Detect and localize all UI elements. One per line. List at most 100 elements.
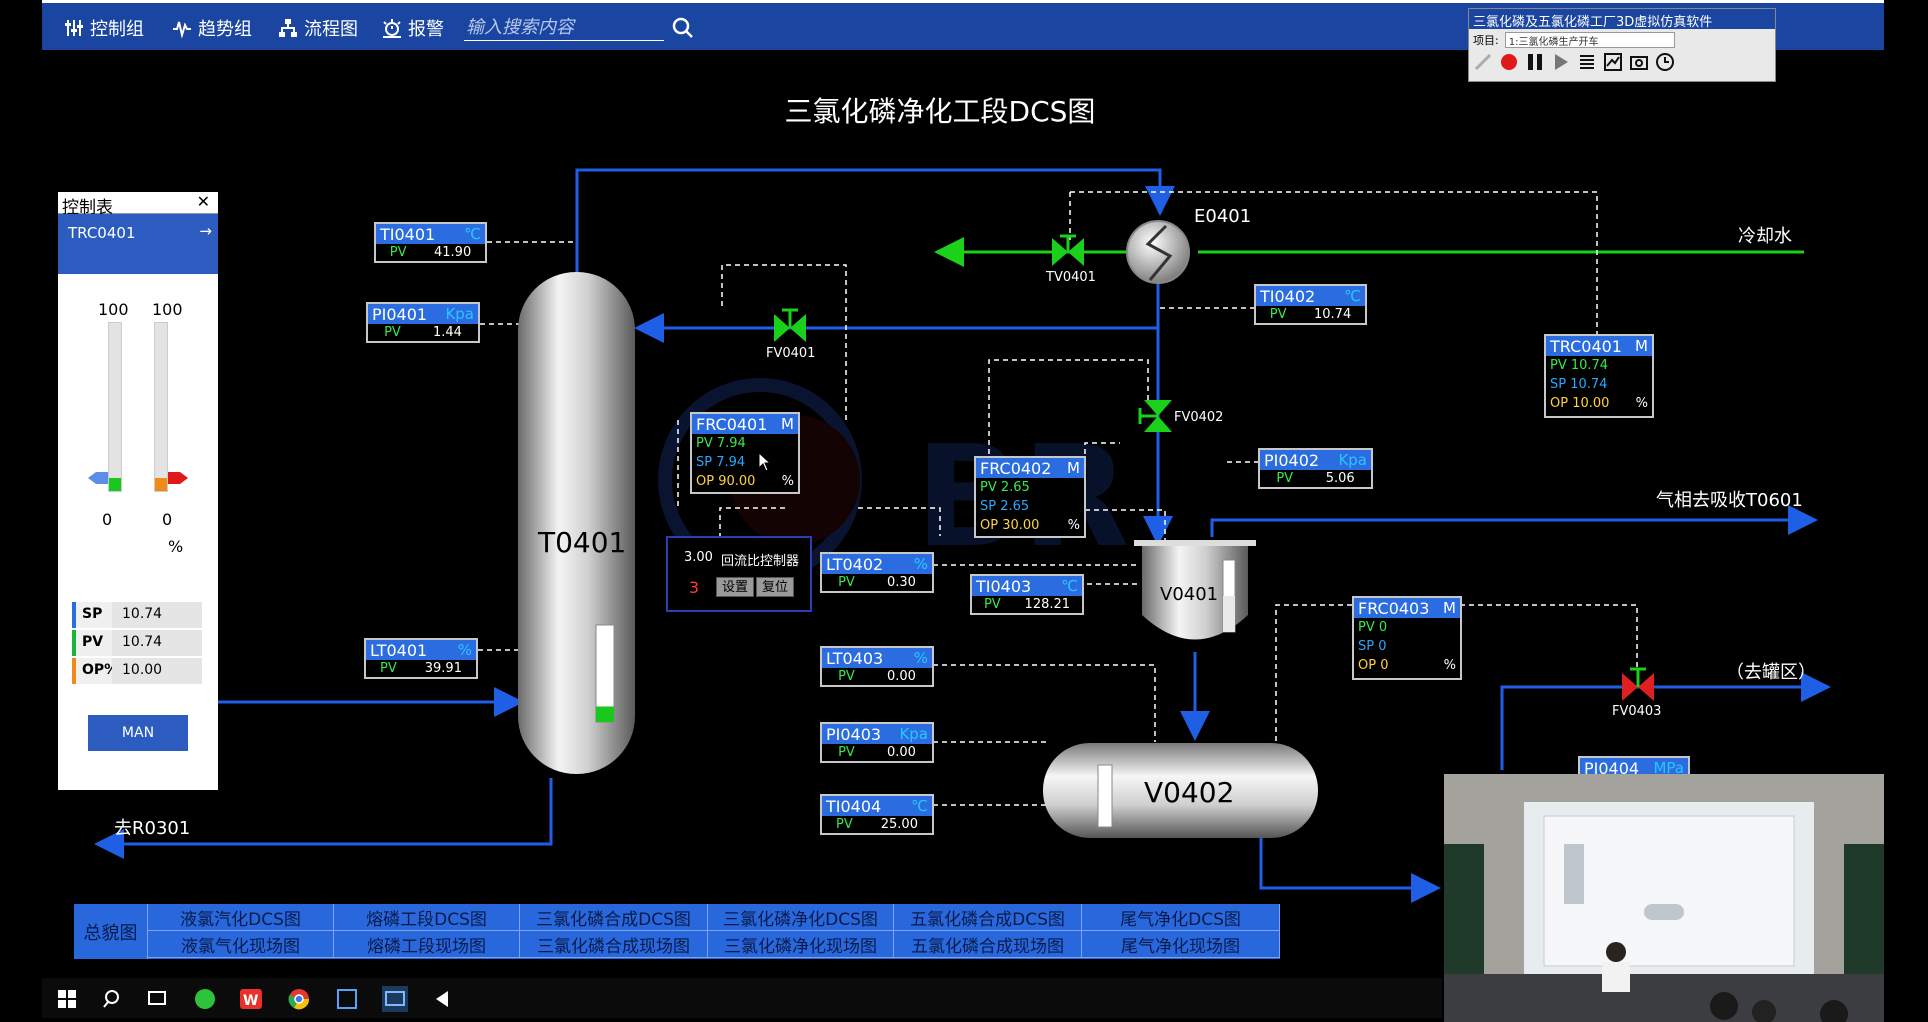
sp-pointer-icon[interactable] xyxy=(88,472,108,484)
nav-dcs-4[interactable]: 三氯化磷净化DCS图 xyxy=(708,904,894,931)
tag-lt0403[interactable]: LT0403% PV 0.00 xyxy=(820,646,934,687)
ctrl-op: OP 90.00 xyxy=(696,474,756,489)
op-bar xyxy=(154,322,168,492)
controller-frc0402[interactable]: FRC0402 M PV 2.65 SP 2.65 OP 30.00% xyxy=(974,456,1086,538)
tag-unit: % xyxy=(457,641,472,659)
ctrl-op-unit: % xyxy=(1067,518,1080,533)
control-table-panel: 控制表 ✕ TRC0401 → 100 100 0 0 % SP 10.74 P… xyxy=(58,192,218,790)
tag-pi0401[interactable]: PI0401 Kpa PV 1.44 xyxy=(366,302,480,343)
menu-trend-group[interactable]: 趋势组 xyxy=(172,15,252,41)
nav-field-3[interactable]: 三氯化磷合成现场图 xyxy=(520,931,708,958)
valve-fv0402 xyxy=(1138,400,1172,432)
nav-dcs-6[interactable]: 尾气净化DCS图 xyxy=(1082,904,1280,931)
selected-loop[interactable]: TRC0401 → xyxy=(58,214,218,274)
nav-field-4[interactable]: 三氯化磷净化现场图 xyxy=(708,931,894,958)
sliders-icon xyxy=(65,20,83,36)
tag-ti0402[interactable]: TI0402 ℃ PV 10.74 xyxy=(1254,284,1367,325)
controller-frc0401[interactable]: FRC0401 M PV 7.94 SP 7.94 OP 90.00% xyxy=(690,412,800,494)
scale-top-left: 100 xyxy=(98,300,129,319)
record-icon[interactable] xyxy=(1499,52,1519,72)
task-view-icon[interactable] xyxy=(144,986,170,1012)
tag-lt0402[interactable]: LT0402% PV 0.30 xyxy=(820,552,934,593)
tag-unit: % xyxy=(913,649,928,667)
list-icon[interactable] xyxy=(1577,52,1597,72)
pv-value: 41.90 xyxy=(434,245,472,260)
nav-overview-button[interactable]: 总貌图 xyxy=(74,904,148,959)
tag-pi0403[interactable]: PI0403 Kpa PV 0.00 xyxy=(820,722,934,763)
valve-fv0403-label: FV0403 xyxy=(1612,704,1662,719)
camera-icon[interactable] xyxy=(1629,52,1649,72)
nav-dcs-2[interactable]: 熔磷工段DCS图 xyxy=(334,904,520,931)
op-row[interactable]: OP% 10.00 xyxy=(72,658,202,684)
tag-name: LT0402 xyxy=(826,554,884,574)
alarm-icon xyxy=(383,19,401,38)
controller-frc0403[interactable]: FRC0403 M PV 0 SP 0 OP 0% xyxy=(1352,596,1462,680)
search-icon[interactable] xyxy=(672,17,694,39)
sp-row[interactable]: SP 10.74 xyxy=(72,602,202,628)
chrome-icon[interactable] xyxy=(286,986,312,1012)
project-select[interactable]: 1:三氯化磷生产开车 xyxy=(1504,32,1675,48)
tag-ti0403[interactable]: TI0403 ℃ PV 128.21 xyxy=(970,574,1084,615)
controller-trc0401[interactable]: TRC0401 M PV 10.74 SP 10.74 OP 10.00% xyxy=(1544,334,1654,418)
to-tank-label: （去罐区） xyxy=(1726,662,1816,683)
reset-button[interactable]: 复位 xyxy=(756,577,794,597)
set-button[interactable]: 设置 xyxy=(716,577,754,597)
op-pointer-icon[interactable] xyxy=(168,472,188,484)
nav-dcs-5[interactable]: 五氯化磷合成DCS图 xyxy=(894,904,1082,931)
tag-pi0402[interactable]: PI0402 Kpa PV 5.06 xyxy=(1258,448,1373,489)
nav-dcs-3[interactable]: 三氯化磷合成DCS图 xyxy=(520,904,708,931)
dcs-app-icon[interactable] xyxy=(382,986,408,1012)
pv-value: 128.21 xyxy=(1024,597,1071,612)
menu-label: 趋势组 xyxy=(198,19,252,40)
browser-green-icon[interactable] xyxy=(192,986,218,1012)
man-button[interactable]: MAN xyxy=(88,715,188,751)
flowchart-icon xyxy=(279,19,297,37)
media-icon[interactable] xyxy=(430,986,456,1012)
menu-flowchart[interactable]: 流程图 xyxy=(278,15,358,41)
pv-label: PV xyxy=(380,661,397,676)
sp-bar xyxy=(108,322,122,492)
tag-unit: ℃ xyxy=(911,797,928,815)
tag-ti0404[interactable]: TI0404 ℃ PV 25.00 xyxy=(820,794,934,835)
ctrl-name: FRC0402 xyxy=(980,458,1052,478)
ctrl-op-unit: % xyxy=(1443,658,1456,673)
menu-alarm[interactable]: 报警 xyxy=(382,15,444,41)
clock-icon[interactable] xyxy=(1655,52,1675,72)
nav-dcs-1[interactable]: 液氯汽化DCS图 xyxy=(148,904,334,931)
webcam-video xyxy=(1444,774,1884,1022)
exchanger-e0401 xyxy=(1126,220,1190,284)
search-input[interactable] xyxy=(464,15,664,41)
wps-icon[interactable]: W xyxy=(238,986,264,1012)
tag-unit: ℃ xyxy=(1344,287,1361,305)
gas-absorb-label: 气相去吸收T0601 xyxy=(1656,490,1803,511)
chart-icon[interactable] xyxy=(1603,52,1623,72)
sp-key: SP xyxy=(72,602,112,628)
pv-value: 25.00 xyxy=(880,817,918,832)
pv-label: PV xyxy=(838,669,855,684)
play-icon[interactable] xyxy=(1551,52,1571,72)
tag-unit: Kpa xyxy=(1338,451,1367,469)
ctrl-pv: PV 2.65 xyxy=(980,480,1030,495)
ctrl-op-unit: % xyxy=(781,474,794,489)
window-title: 三氯化磷及五氯化磷工厂3D虚拟仿真软件 xyxy=(1469,9,1775,29)
tag-lt0401[interactable]: LT0401% PV 39.91 xyxy=(364,638,478,679)
menu-control-group[interactable]: 控制组 xyxy=(64,15,144,41)
sp-value: 10.74 xyxy=(112,602,202,628)
bottom-navigation: 总貌图 液氯汽化DCS图 熔磷工段DCS图 三氯化磷合成DCS图 三氯化磷净化D… xyxy=(74,904,1280,959)
nav-field-2[interactable]: 熔磷工段现场图 xyxy=(334,931,520,958)
pv-value: 39.91 xyxy=(424,661,462,676)
tag-unit: ℃ xyxy=(464,225,481,243)
nav-field-6[interactable]: 尾气净化现场图 xyxy=(1082,931,1280,958)
pv-key: PV xyxy=(72,630,112,656)
ctrl-pv: PV 7.94 xyxy=(696,436,746,451)
nav-field-1[interactable]: 液氯气化现场图 xyxy=(148,931,334,958)
tag-name: TI0403 xyxy=(976,576,1032,596)
app-icon[interactable] xyxy=(334,986,360,1012)
pv-value: 0.00 xyxy=(886,669,916,684)
pause-icon[interactable] xyxy=(1525,52,1545,72)
nav-field-5[interactable]: 五氯化磷合成现场图 xyxy=(894,931,1082,958)
search-icon[interactable] xyxy=(100,986,126,1012)
windows-start-icon[interactable] xyxy=(54,986,80,1012)
close-icon[interactable]: ✕ xyxy=(197,192,210,211)
tag-ti0401[interactable]: TI0401 ℃ PV 41.90 xyxy=(374,222,487,263)
